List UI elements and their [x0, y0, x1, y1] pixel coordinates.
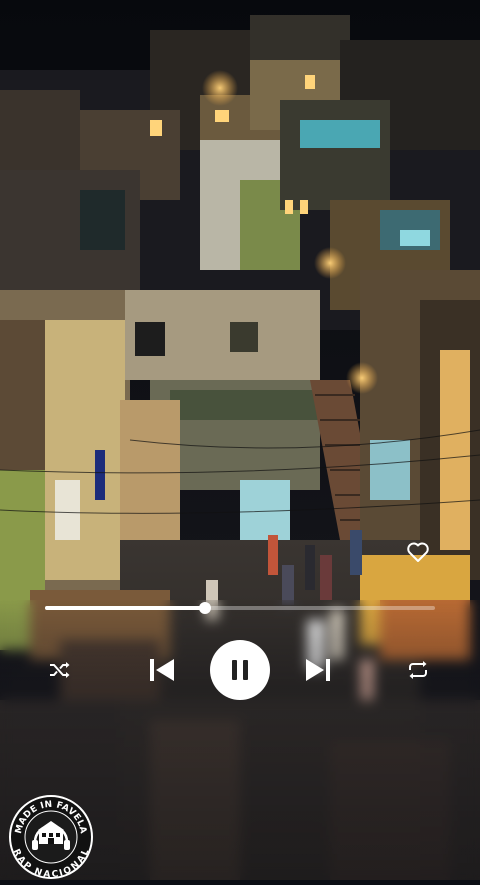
like-button[interactable] [404, 540, 432, 564]
shuffle-icon [50, 662, 70, 678]
shuffle-button[interactable] [46, 656, 74, 684]
repeat-icon [409, 661, 427, 679]
previous-button[interactable] [146, 655, 178, 685]
channel-logo: MADE IN FAVELA RAP NACIONAL [8, 794, 94, 880]
seek-bar-fill [45, 606, 205, 610]
seek-bar-thumb[interactable] [198, 602, 211, 614]
skip-previous-icon [150, 659, 174, 681]
heart-outline-icon [407, 542, 429, 562]
seek-bar[interactable] [45, 602, 435, 614]
play-pause-button[interactable] [210, 640, 270, 700]
next-button[interactable] [302, 655, 334, 685]
skip-next-icon [306, 659, 330, 681]
repeat-button[interactable] [404, 656, 432, 684]
pause-icon [232, 660, 248, 680]
